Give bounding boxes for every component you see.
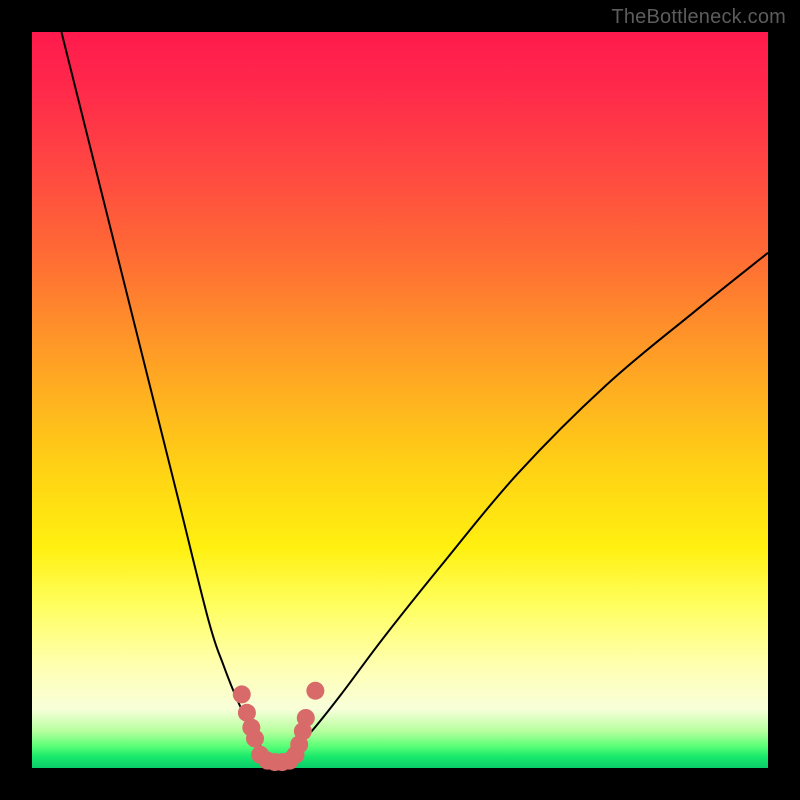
- trough-marker: [233, 685, 251, 703]
- plot-area: [32, 32, 768, 768]
- watermark-text: TheBottleneck.com: [611, 6, 786, 29]
- marker-layer: [233, 682, 325, 771]
- left-curve-path: [61, 32, 274, 764]
- chart-frame: TheBottleneck.com: [0, 0, 800, 800]
- trough-marker: [297, 709, 315, 727]
- right-curve-path: [275, 253, 768, 765]
- trough-marker: [246, 730, 264, 748]
- curves-svg: [32, 32, 768, 768]
- trough-marker: [306, 682, 324, 700]
